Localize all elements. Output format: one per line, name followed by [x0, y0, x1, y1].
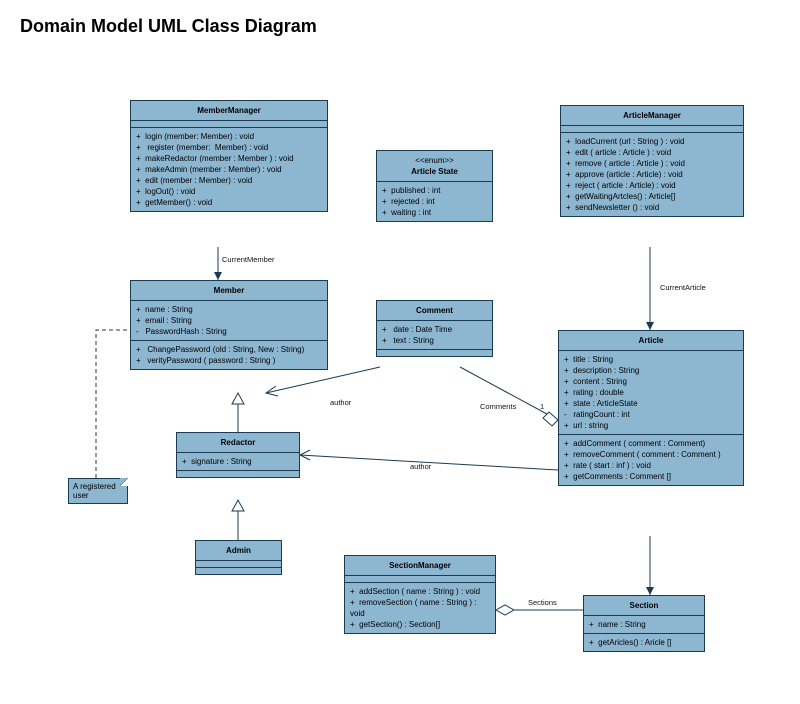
- class-section: Section + name : String + getAricles() :…: [583, 595, 705, 652]
- class-name: SectionManager: [345, 556, 495, 576]
- class-article-state: <<enum>> Article State + published : int…: [376, 150, 493, 222]
- class-ops: + getAricles() : Aricle []: [589, 637, 699, 648]
- class-admin: Admin: [195, 540, 282, 575]
- label-sections-role: Sections: [528, 598, 557, 607]
- class-attrs: + date : Date Time + text : String: [382, 324, 487, 346]
- class-ops: + ChangePassword (old : String, New : St…: [136, 344, 322, 366]
- class-attrs: + published : int + rejected : int + wai…: [382, 185, 487, 218]
- class-ops: + addSection ( name : String ) : void + …: [350, 586, 490, 630]
- class-member: Member + name : String + email : String …: [130, 280, 328, 370]
- class-article-manager: ArticleManager + loadCurrent (url : Stri…: [560, 105, 744, 217]
- class-name: <<enum>> Article State: [377, 151, 492, 182]
- label-current-article: CurrentArticle: [660, 283, 706, 292]
- class-section-manager: SectionManager + addSection ( name : Str…: [344, 555, 496, 634]
- label-comments-role: Comments: [480, 402, 520, 411]
- class-ops: + login (member: Member) : void + regist…: [136, 131, 322, 208]
- class-ops: + loadCurrent (url : String ) : void + e…: [566, 136, 738, 213]
- label-author-redactor: author: [410, 462, 431, 471]
- class-attrs: + name : String + email : String - Passw…: [136, 304, 322, 337]
- class-attrs: + name : String: [589, 619, 699, 630]
- class-name: Section: [584, 596, 704, 616]
- class-name: ArticleManager: [561, 106, 743, 126]
- class-member-manager: MemberManager + login (member: Member) :…: [130, 100, 328, 212]
- label-author-comment: author: [330, 398, 351, 407]
- class-attrs: + title : String + description : String …: [564, 354, 738, 431]
- class-attrs: + signature : String: [182, 456, 294, 467]
- class-name: Comment: [377, 301, 492, 321]
- class-redactor: Redactor + signature : String: [176, 432, 300, 478]
- class-ops: + addComment ( comment : Comment) + remo…: [564, 438, 738, 482]
- note-registered-user: A registered user: [68, 478, 128, 504]
- label-current-member: CurrentMember: [222, 255, 275, 264]
- label-comments-mult: 1: [540, 402, 544, 411]
- class-name: MemberManager: [131, 101, 327, 121]
- class-name: Admin: [196, 541, 281, 561]
- class-name: Member: [131, 281, 327, 301]
- class-name: Redactor: [177, 433, 299, 453]
- class-comment: Comment + date : Date Time + text : Stri…: [376, 300, 493, 357]
- class-article: Article + title : String + description :…: [558, 330, 744, 486]
- diagram-canvas: MemberManager + login (member: Member) :…: [0, 0, 800, 704]
- class-name: Article: [559, 331, 743, 351]
